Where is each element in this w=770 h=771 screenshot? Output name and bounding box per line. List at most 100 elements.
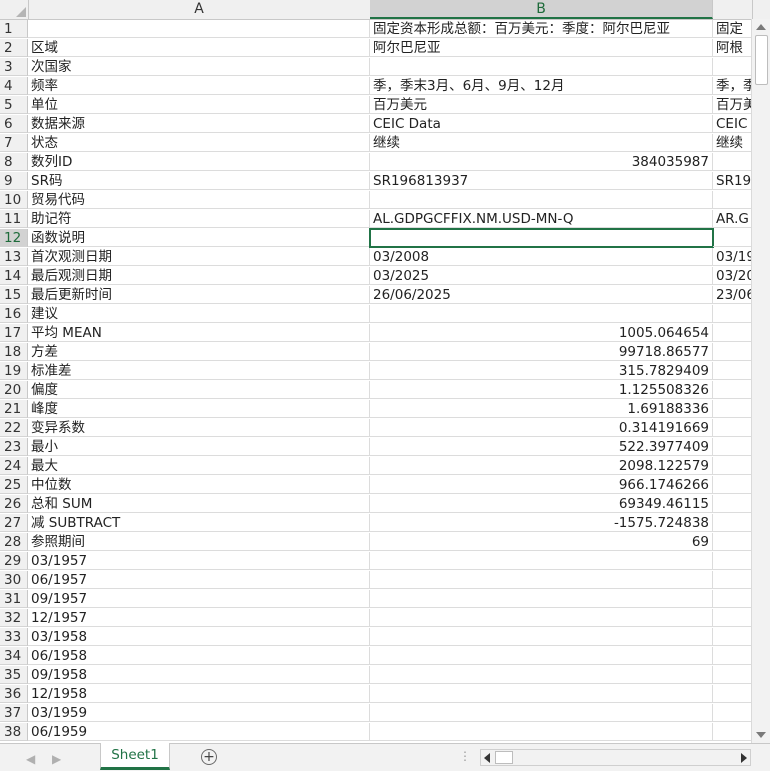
column-header-a[interactable]: A — [28, 0, 371, 19]
row-header[interactable]: 12 — [0, 229, 28, 247]
vertical-scrollbar[interactable] — [751, 19, 770, 743]
cell-b[interactable]: 99718.86577 — [370, 343, 713, 361]
cell-c[interactable] — [713, 400, 752, 418]
cell-b[interactable]: 522.3977409 — [370, 438, 713, 456]
cell-c[interactable] — [713, 571, 752, 589]
cell-a[interactable]: 峰度 — [28, 400, 370, 418]
cell-c[interactable] — [713, 438, 752, 456]
cell-b[interactable] — [370, 305, 713, 323]
cell-c[interactable] — [713, 590, 752, 608]
cell-c[interactable] — [713, 229, 752, 247]
cell-a[interactable]: 次国家 — [28, 58, 370, 76]
vertical-scroll-thumb[interactable] — [755, 35, 768, 85]
cell-a[interactable]: 贸易代码 — [28, 191, 370, 209]
cell-c[interactable]: 百万美 — [713, 96, 752, 114]
cell-a[interactable]: 03/1957 — [28, 552, 370, 570]
cell-b[interactable]: 阿尔巴尼亚 — [370, 39, 713, 57]
cell-c[interactable] — [713, 685, 752, 703]
cell-b[interactable]: 03/2008 — [370, 248, 713, 266]
row-header[interactable]: 34 — [0, 647, 28, 665]
row-header[interactable]: 33 — [0, 628, 28, 646]
cell-a[interactable]: 方差 — [28, 343, 370, 361]
cell-a[interactable]: 总和 SUM — [28, 495, 370, 513]
row-header[interactable]: 20 — [0, 381, 28, 399]
row-header[interactable]: 7 — [0, 134, 28, 152]
cell-b[interactable] — [370, 590, 713, 608]
cell-b[interactable]: 固定资本形成总额：百万美元：季度：阿尔巴尼亚 — [370, 20, 713, 38]
cell-b[interactable]: 继续 — [370, 134, 713, 152]
cell-c[interactable] — [713, 514, 752, 532]
row-header[interactable]: 30 — [0, 571, 28, 589]
cell-c[interactable]: 23/06 — [713, 286, 752, 304]
row-header[interactable]: 14 — [0, 267, 28, 285]
row-header[interactable]: 18 — [0, 343, 28, 361]
sheet-tab-sheet1[interactable]: Sheet1 — [100, 743, 170, 770]
cell-c[interactable] — [713, 723, 752, 741]
row-header[interactable]: 3 — [0, 58, 28, 76]
cell-b[interactable]: CEIC Data — [370, 115, 713, 133]
row-header[interactable]: 21 — [0, 400, 28, 418]
cell-b[interactable]: 26/06/2025 — [370, 286, 713, 304]
cell-c[interactable] — [713, 666, 752, 684]
cell-a[interactable]: 建议 — [28, 305, 370, 323]
row-header[interactable]: 23 — [0, 438, 28, 456]
active-cell-b[interactable] — [369, 228, 714, 248]
row-header[interactable]: 37 — [0, 704, 28, 722]
cell-a[interactable]: 09/1957 — [28, 590, 370, 608]
row-header[interactable]: 9 — [0, 172, 28, 190]
row-header[interactable]: 17 — [0, 324, 28, 342]
scroll-down-icon[interactable] — [756, 732, 766, 738]
cell-b[interactable]: 384035987 — [370, 153, 713, 171]
cell-b[interactable] — [370, 647, 713, 665]
cell-a[interactable]: 减 SUBTRACT — [28, 514, 370, 532]
cell-a[interactable]: 变异系数 — [28, 419, 370, 437]
cell-a[interactable]: 03/1958 — [28, 628, 370, 646]
cell-b[interactable]: 百万美元 — [370, 96, 713, 114]
row-header[interactable]: 36 — [0, 685, 28, 703]
row-header[interactable]: 31 — [0, 590, 28, 608]
column-header-c[interactable] — [713, 0, 753, 19]
column-header-b[interactable]: B — [370, 0, 713, 19]
cell-c[interactable] — [713, 324, 752, 342]
cell-c[interactable] — [713, 457, 752, 475]
cell-a[interactable]: 09/1958 — [28, 666, 370, 684]
cell-b[interactable]: SR196813937 — [370, 172, 713, 190]
horizontal-scroll-thumb[interactable] — [495, 751, 513, 764]
cell-b[interactable]: 966.1746266 — [370, 476, 713, 494]
cell-a[interactable]: 12/1957 — [28, 609, 370, 627]
cell-b[interactable]: 0.314191669 — [370, 419, 713, 437]
cell-b[interactable] — [370, 666, 713, 684]
cell-b[interactable]: 315.7829409 — [370, 362, 713, 380]
cell-c[interactable] — [713, 647, 752, 665]
cell-b[interactable] — [370, 552, 713, 570]
cell-a[interactable]: 首次观测日期 — [28, 248, 370, 266]
cell-a[interactable]: 中位数 — [28, 476, 370, 494]
cell-b[interactable] — [370, 58, 713, 76]
scroll-right-icon[interactable] — [741, 753, 747, 763]
row-header[interactable]: 19 — [0, 362, 28, 380]
select-all-corner[interactable] — [0, 0, 29, 19]
row-header[interactable]: 11 — [0, 210, 28, 228]
row-header[interactable]: 5 — [0, 96, 28, 114]
cell-c[interactable] — [713, 495, 752, 513]
cell-c[interactable]: 03/19 — [713, 248, 752, 266]
row-header[interactable]: 24 — [0, 457, 28, 475]
cell-a[interactable]: 状态 — [28, 134, 370, 152]
cell-c[interactable] — [713, 552, 752, 570]
cell-a[interactable]: 最后观测日期 — [28, 267, 370, 285]
cell-b[interactable]: 69 — [370, 533, 713, 551]
row-header[interactable]: 13 — [0, 248, 28, 266]
cell-a[interactable]: SR码 — [28, 172, 370, 190]
cell-b[interactable]: 2098.122579 — [370, 457, 713, 475]
cell-a[interactable]: 平均 MEAN — [28, 324, 370, 342]
cell-c[interactable] — [713, 609, 752, 627]
cell-c[interactable]: 固定 — [713, 20, 752, 38]
row-header[interactable]: 35 — [0, 666, 28, 684]
prev-sheet-icon[interactable]: ◀ — [26, 752, 35, 766]
cell-c[interactable] — [713, 362, 752, 380]
cell-c[interactable]: AR.G — [713, 210, 752, 228]
cell-c[interactable] — [713, 381, 752, 399]
cell-a[interactable]: 最后更新时间 — [28, 286, 370, 304]
cell-c[interactable]: 继续 — [713, 134, 752, 152]
cell-c[interactable]: CEIC — [713, 115, 752, 133]
